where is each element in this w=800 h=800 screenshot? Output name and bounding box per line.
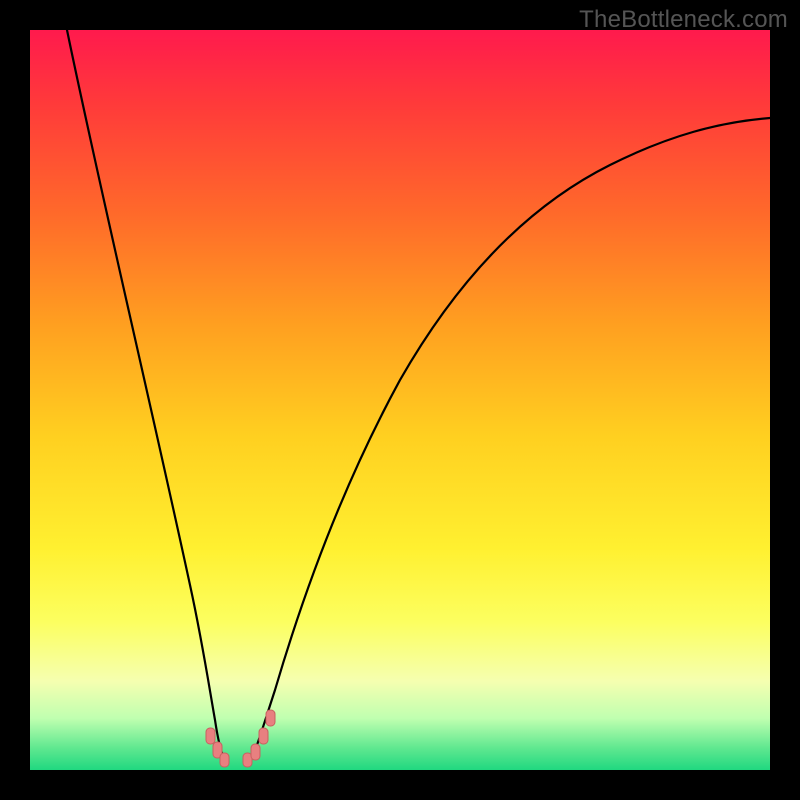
curve-right-branch: [252, 118, 770, 758]
marker-dot: [259, 728, 268, 744]
marker-dot: [266, 710, 275, 726]
curve-left-branch: [67, 30, 224, 758]
marker-dot: [220, 753, 229, 767]
plot-area: [30, 30, 770, 770]
chart-svg: [30, 30, 770, 770]
chart-stage: TheBottleneck.com: [0, 0, 800, 800]
marker-dot: [251, 744, 260, 760]
marker-dot: [206, 728, 215, 744]
